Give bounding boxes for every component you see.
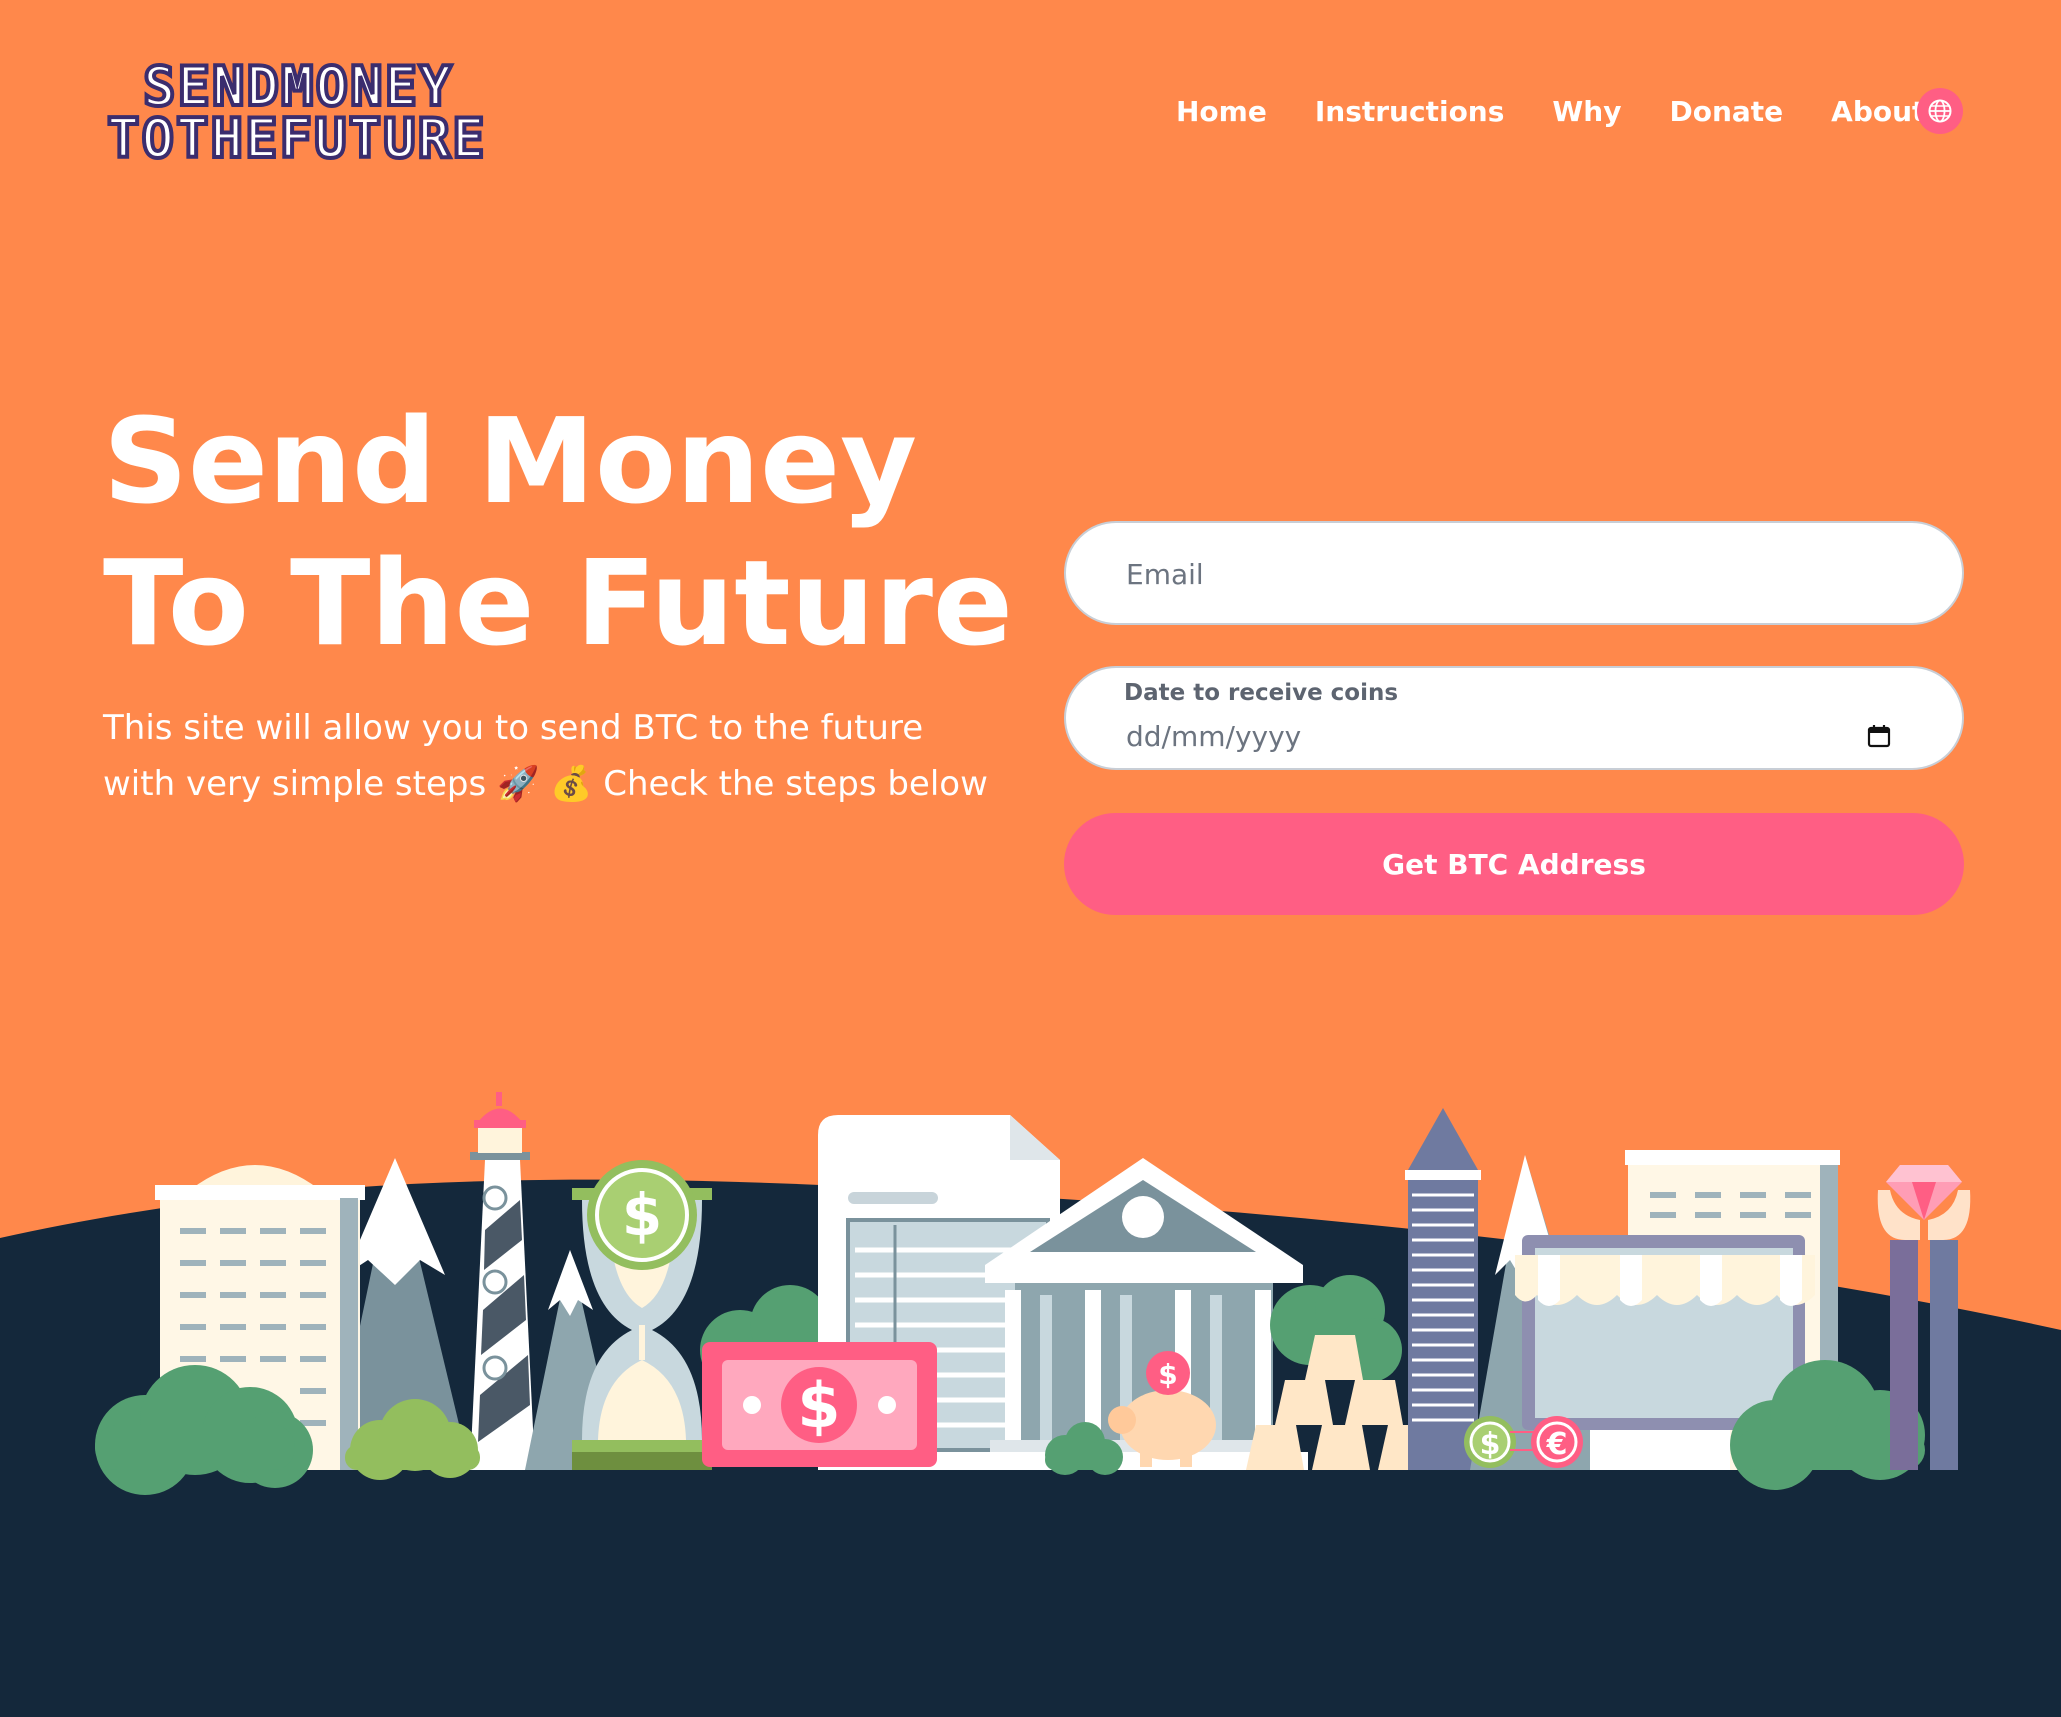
hero-title: Send Money To The Future [103,390,1013,674]
green-coin-symbol: $ [622,1181,662,1249]
site-logo[interactable]: SENDMONEY TOTHEFUTURE [103,55,603,170]
piggy-coin-symbol: $ [1158,1358,1177,1391]
euro-coin-symbol: € [1546,1427,1568,1462]
pink-bill: $ [702,1342,937,1467]
nav-home[interactable]: Home [1176,95,1267,128]
email-field-wrapper [1064,521,1964,625]
date-label: Date to receive coins [1124,680,1399,706]
date-field[interactable]: Date to receive coins dd/mm/yyyy [1064,666,1964,770]
get-btc-address-button[interactable]: Get BTC Address [1064,813,1964,915]
nav-why[interactable]: Why [1552,95,1621,128]
site-header: SENDMONEY TOTHEFUTURE Home Instructions … [0,0,2061,220]
logo-line-2: TOTHEFUTURE [105,107,487,170]
skyscraper [1405,1108,1481,1470]
date-input[interactable]: dd/mm/yyyy [1126,720,1301,753]
lighthouse [470,1092,535,1470]
language-button[interactable] [1917,88,1963,134]
nav-about[interactable]: About [1831,95,1925,128]
logo-line-1: SENDMONEY [141,55,454,118]
nav-instructions[interactable]: Instructions [1315,95,1505,128]
bill-symbol: $ [797,1369,840,1442]
hero-title-line-2: To The Future [103,534,1013,672]
green-coin: $ [587,1160,697,1270]
email-input[interactable] [1124,523,1928,625]
green-coin-small-symbol: $ [1480,1427,1501,1462]
city-finance-illustration: $ $ $ $ € [0,1092,2061,1717]
nav-donate[interactable]: Donate [1669,95,1783,128]
main-nav: Home Instructions Why Donate About [1176,88,1973,134]
hero-title-line-1: Send Money [103,392,918,530]
calendar-icon[interactable] [1866,723,1892,749]
hero-description: This site will allow you to send BTC to … [103,708,988,804]
globe-icon [1928,99,1952,123]
